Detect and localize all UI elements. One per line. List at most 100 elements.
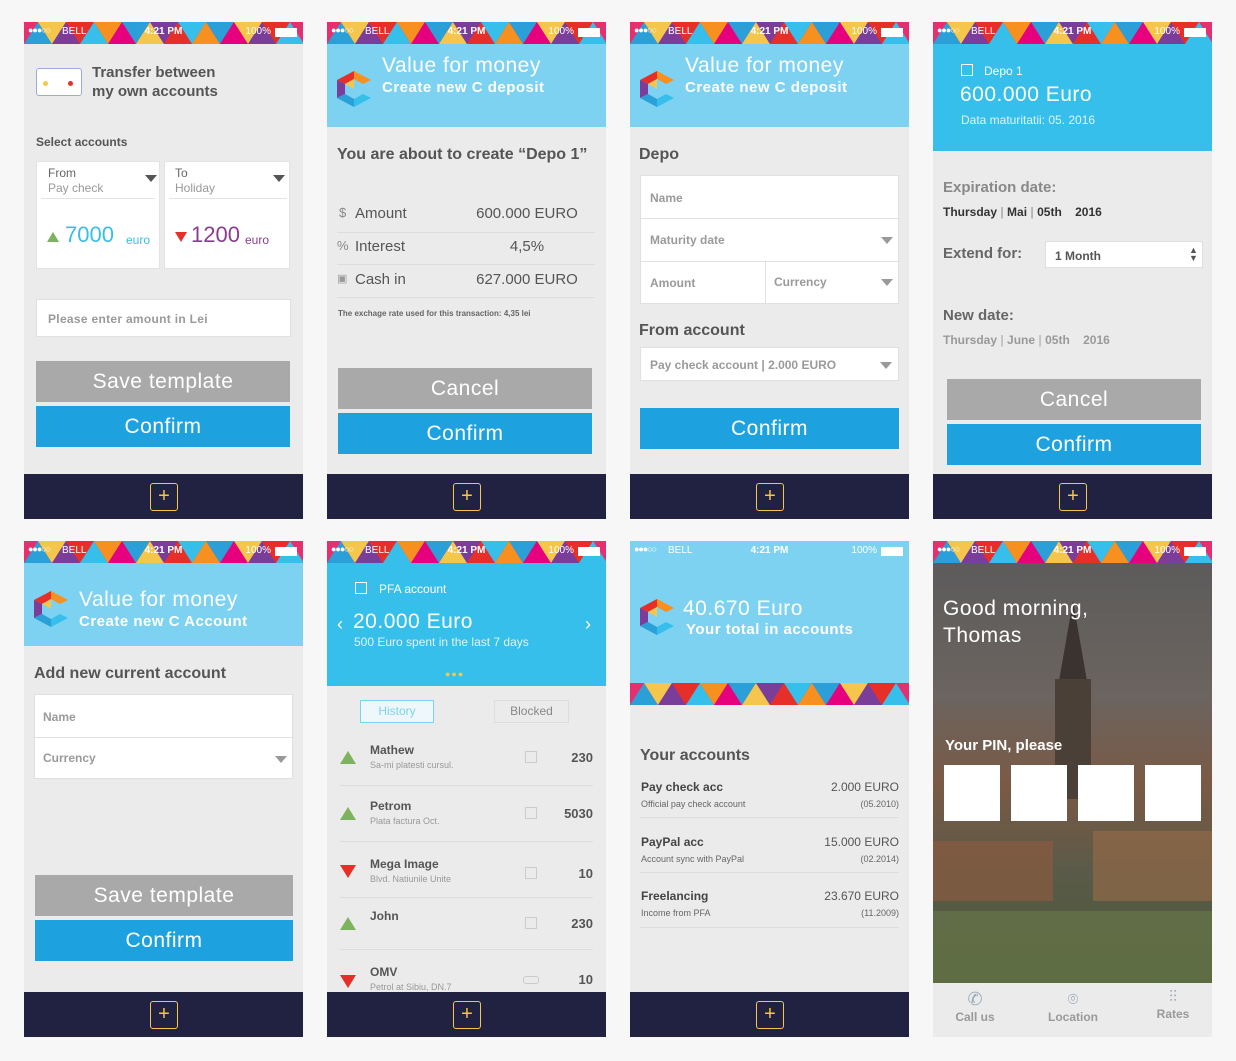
to-label: To — [175, 166, 188, 180]
add-icon[interactable]: + — [1059, 483, 1087, 511]
total-amount: 40.670 Euro — [683, 597, 803, 620]
edit-icon[interactable] — [355, 582, 367, 594]
account-date: (05.2010) — [860, 799, 899, 809]
add-icon[interactable]: + — [150, 483, 178, 511]
pin-digit-4[interactable] — [1145, 765, 1201, 821]
header-banner: Value for money Create new C Account — [24, 563, 303, 646]
confirm-button[interactable]: Confirm — [36, 406, 290, 447]
list-item[interactable]: Pay check acc Official pay check account… — [640, 777, 899, 832]
bottom-nav: + — [24, 992, 303, 1037]
row-value: 4,5% — [509, 238, 545, 255]
maturity-date: Data maturitatii: 05. 2016 — [961, 113, 1096, 127]
header-banner: Value for money Create new C deposit — [327, 44, 606, 127]
list-item[interactable]: PayPal acc Account sync with PayPal 15.0… — [640, 832, 899, 887]
category-icon — [525, 917, 537, 929]
account-amount: 20.000 Euro — [353, 610, 473, 633]
section-title: Your accounts — [640, 747, 750, 764]
chevron-down-icon — [881, 237, 893, 244]
edit-icon[interactable] — [961, 64, 973, 76]
status-bar: ●●●○○ BELL 4:21 PM 100% — [933, 22, 1212, 44]
add-icon[interactable]: + — [453, 483, 481, 511]
confirm-button[interactable]: Confirm — [947, 424, 1201, 465]
arrow-down-icon — [340, 975, 356, 988]
transaction-value: 5030 — [564, 806, 593, 821]
transaction-name: Mega Image — [370, 857, 439, 871]
account-name: PayPal acc — [641, 835, 704, 849]
transaction-value: 230 — [571, 750, 593, 765]
account-name: PFA account — [379, 582, 447, 596]
bottom-nav: + — [933, 474, 1212, 519]
transaction-name: John — [370, 909, 399, 923]
transaction-value: 10 — [578, 866, 593, 881]
add-icon[interactable]: + — [453, 1001, 481, 1029]
from-label: From — [48, 166, 76, 180]
transaction-desc: Plata factura Oct. — [370, 816, 440, 826]
name-field[interactable]: Name — [650, 191, 683, 205]
cancel-button[interactable]: Cancel — [338, 368, 592, 409]
to-account-card[interactable]: To Holiday 1200 euro — [164, 161, 290, 269]
exchange-note: The exchage rate used for this transacti… — [338, 309, 531, 318]
chevron-left-icon[interactable]: ‹ — [337, 614, 343, 635]
total-header: 40.670 Euro Your total in accounts — [630, 563, 909, 705]
from-value: Pay check — [48, 181, 104, 195]
confirm-button[interactable]: Confirm — [35, 920, 293, 961]
transaction-value: 10 — [578, 972, 593, 987]
list-item[interactable]: Petrom Plata factura Oct. 5030 — [327, 787, 606, 842]
pin-label: Your PIN, please — [945, 737, 1063, 754]
status-bar: ●●●○○ BELL 4:21 PM 100% — [630, 541, 909, 563]
account-desc: Income from PFA — [641, 908, 711, 918]
battery-icon — [578, 547, 600, 556]
location-button[interactable]: ⌾ Location — [1039, 989, 1107, 1033]
list-item[interactable]: OMV Petrol at Sibiu, DN.7 10 — [327, 955, 606, 995]
header-subtitle: Create new C deposit — [382, 79, 545, 96]
from-account-card[interactable]: From Pay check 7000 euro — [36, 161, 160, 269]
name-field[interactable]: Name — [43, 710, 76, 724]
header-subtitle: Create new C Account — [79, 613, 248, 630]
save-template-button[interactable]: Save template — [36, 361, 290, 402]
add-icon[interactable]: + — [756, 1001, 784, 1029]
screen-new-account: ●●●○○ BELL 4:21 PM 100% Value for money … — [24, 541, 303, 1037]
sliders-icon: ⫶⫶ — [1168, 989, 1177, 1006]
tab-blocked[interactable]: Blocked — [494, 700, 569, 723]
screen-deposit-form: ●●●○○ BELL 4:21 PM 100% Value for money … — [630, 22, 909, 519]
pin-digit-1[interactable] — [944, 765, 1000, 821]
from-currency: euro — [126, 233, 151, 247]
currency-select[interactable]: Currency — [774, 275, 827, 289]
list-item[interactable]: Freelancing Income from PFA 23.670 EURO … — [640, 887, 899, 942]
arrow-up-icon — [47, 232, 59, 242]
call-us-button[interactable]: ✆ Call us — [943, 989, 1007, 1033]
rates-button[interactable]: ⫶⫶ Rates — [1141, 989, 1205, 1033]
cancel-button[interactable]: Cancel — [947, 379, 1201, 420]
expiration-date: Thursday | Mai | 05th 2016 — [943, 205, 1102, 219]
account-name: Pay check acc — [641, 780, 724, 794]
status-bar: ●●●○○ BELL 4:21 PM 100% — [630, 22, 909, 44]
pin-digit-2[interactable] — [1011, 765, 1067, 821]
maturity-date-field[interactable]: Maturity date — [650, 233, 725, 247]
page-dots[interactable]: ●●● — [445, 669, 464, 679]
list-item[interactable]: Mega Image Blvd. Natiunile Unite 10 — [327, 843, 606, 898]
confirm-button[interactable]: Confirm — [640, 408, 899, 449]
chevron-down-icon — [275, 756, 287, 763]
list-item[interactable]: John 230 — [327, 899, 606, 954]
amount-input[interactable]: Please enter amount in Lei — [36, 299, 291, 337]
transaction-desc: Petrol at Sibiu, DN.7 — [370, 982, 452, 992]
battery-label: 100% — [1154, 545, 1180, 556]
confirm-button[interactable]: Confirm — [338, 413, 592, 454]
add-icon[interactable]: + — [756, 483, 784, 511]
header-title: Value for money — [382, 54, 541, 77]
save-template-button[interactable]: Save template — [35, 875, 293, 916]
chevron-right-icon[interactable]: › — [585, 614, 591, 635]
account-name: Freelancing — [641, 889, 709, 903]
tab-history[interactable]: History — [360, 700, 434, 723]
amount-field[interactable]: Amount — [650, 276, 695, 290]
from-account-select[interactable]: Pay check account | 2.000 EURO — [640, 347, 899, 381]
header-banner: Value for money Create new C deposit — [630, 44, 909, 127]
status-bar: ●●●○○ BELL 4:21 PM 100% — [24, 541, 303, 563]
extend-select[interactable]: 1 Month ▲ ▼ — [1045, 241, 1203, 268]
c-logo-icon — [337, 71, 371, 107]
from-account-label: From account — [639, 322, 745, 339]
list-item[interactable]: Mathew Sa-mi platesti cursul. 230 — [327, 731, 606, 786]
add-icon[interactable]: + — [150, 1001, 178, 1029]
pin-digit-3[interactable] — [1078, 765, 1134, 821]
currency-select[interactable]: Currency — [43, 751, 96, 765]
